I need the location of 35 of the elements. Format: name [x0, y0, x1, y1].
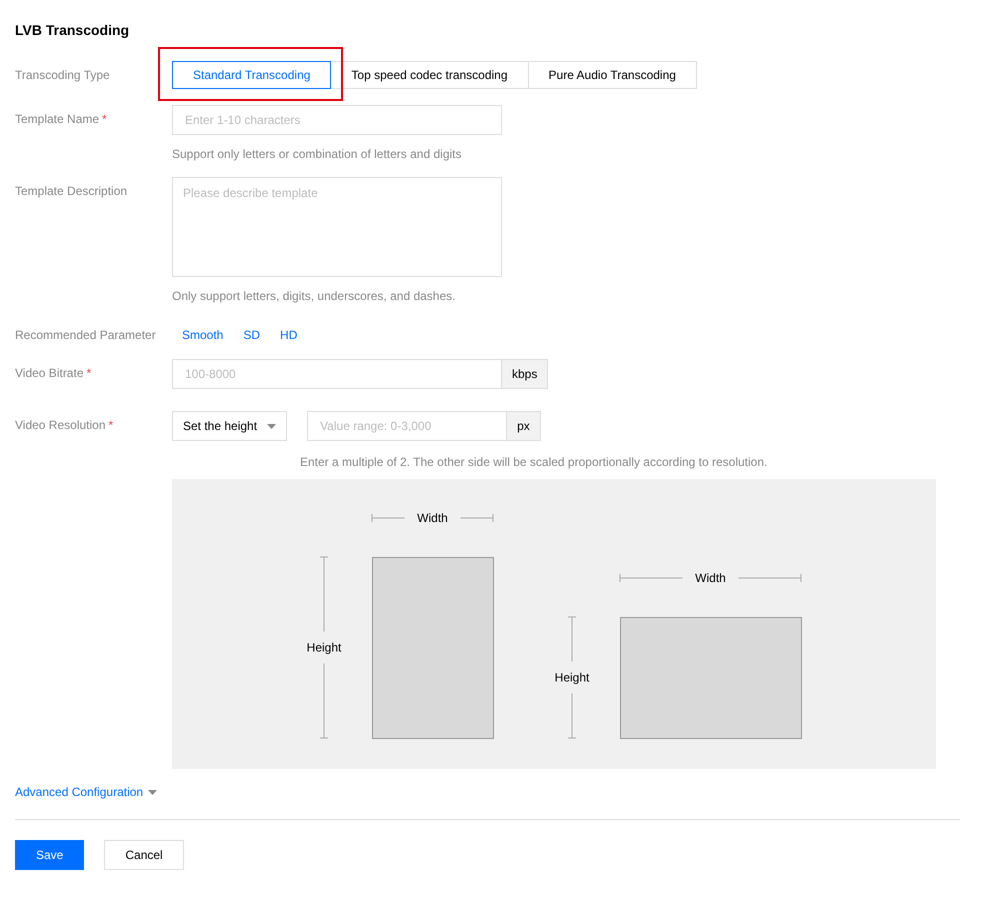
field-label: Template Description [15, 184, 128, 198]
caret-icon [267, 424, 276, 428]
required-mark: * [102, 112, 107, 126]
cancel-button[interactable]: Cancel [104, 840, 184, 870]
save-button[interactable]: Save [15, 840, 84, 870]
preset-link[interactable]: Smooth [182, 328, 224, 342]
dimension-label: Height [554, 670, 590, 684]
height-select[interactable]: Set the height [172, 411, 288, 441]
field-label: Transcoding Type [15, 68, 110, 82]
dimension-label: Width [695, 571, 726, 585]
hint-text: Only support letters, digits, underscores, and dashes. [172, 288, 456, 305]
description-field[interactable]: Please describe template [172, 177, 502, 277]
preset-link[interactable]: SD [243, 328, 260, 342]
required-mark: * [86, 366, 92, 380]
advanced-configuration-link[interactable]: Advanced Configuration [15, 783, 158, 801]
height-field[interactable]: Value range: 0-3,000 [307, 411, 508, 441]
field-label: Template Name [15, 112, 100, 126]
bitrate-field[interactable]: 100-8000 [172, 359, 502, 389]
preset-link[interactable]: HD [280, 328, 298, 342]
unit-label: px [507, 411, 541, 441]
tab[interactable]: Standard Transcoding [172, 61, 332, 89]
required-mark: * [108, 418, 114, 432]
field-label: Recommended Parameter [15, 328, 156, 342]
field-label: Video Resolution [15, 418, 106, 432]
unit-label: kbps [502, 359, 548, 389]
caret-icon [148, 790, 158, 794]
tab[interactable]: Pure Audio Transcoding [528, 61, 697, 89]
hint-text: Support only letters or combination of letters and digits [172, 146, 462, 163]
field-label: Video Bitrate [15, 366, 84, 380]
tab[interactable]: Top speed codec transcoding [330, 61, 529, 89]
dimension-label: Width [417, 511, 448, 525]
name-field[interactable]: Enter 1-10 characters [172, 105, 502, 135]
hint-text: Enter a multiple of 2. The other side will be scaled proportionally according to resolution. [300, 454, 768, 471]
dimension-label: Height [306, 640, 342, 654]
page-title: LVB Transcoding [15, 21, 130, 40]
